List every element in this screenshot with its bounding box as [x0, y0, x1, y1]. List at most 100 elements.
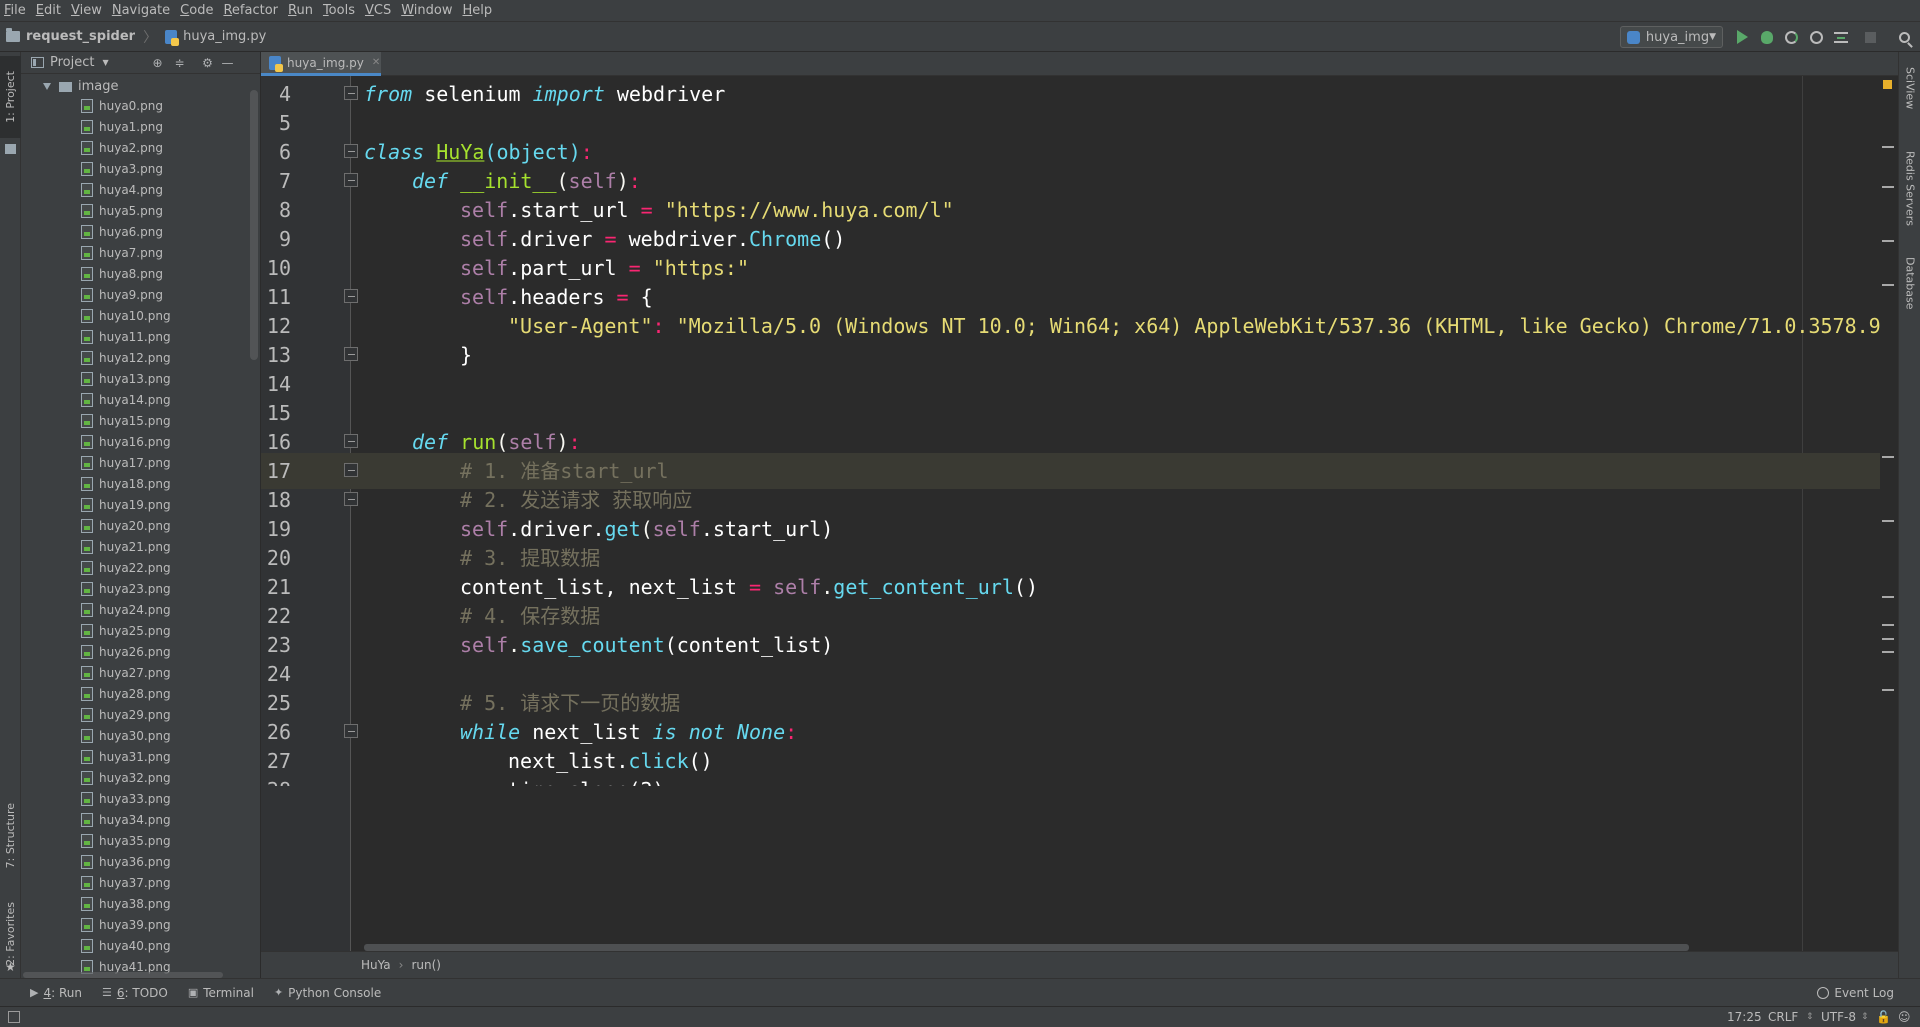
tool-tab-python-console[interactable]: ✦ Python Console: [264, 979, 391, 1007]
error-stripe[interactable]: [1880, 76, 1898, 951]
file-encoding[interactable]: UTF-8: [1821, 1007, 1856, 1027]
menu-tools[interactable]: Tools: [319, 0, 359, 22]
tree-file-item[interactable]: huya16.png: [21, 431, 249, 452]
tree-file-item[interactable]: huya9.png: [21, 284, 249, 305]
tree-file-item[interactable]: huya7.png: [21, 242, 249, 263]
toggle-tool-windows-icon[interactable]: [8, 1011, 20, 1023]
tree-file-item[interactable]: huya27.png: [21, 662, 249, 683]
stripe-marker[interactable]: [1882, 651, 1894, 653]
fold-marker-icon[interactable]: [344, 86, 358, 100]
tool-tab-database[interactable]: Database: [1899, 248, 1920, 318]
line-separator[interactable]: CRLF: [1768, 1007, 1798, 1027]
fold-marker-icon[interactable]: [344, 173, 358, 187]
stripe-marker[interactable]: [1882, 520, 1894, 522]
gear-icon[interactable]: ⚙: [201, 57, 214, 70]
editor-tab-huya-img[interactable]: huya_img.py ✕: [261, 52, 381, 76]
tree-file-item[interactable]: huya10.png: [21, 305, 249, 326]
profile-button[interactable]: [1808, 29, 1824, 45]
tree-file-item[interactable]: huya18.png: [21, 473, 249, 494]
stripe-marker[interactable]: [1882, 596, 1894, 598]
stripe-marker[interactable]: [1882, 456, 1894, 458]
tool-tab-project[interactable]: 1: Project: [0, 56, 21, 138]
expand-triangle-icon[interactable]: [43, 83, 51, 90]
tree-file-item[interactable]: huya40.png: [21, 935, 249, 956]
fold-marker-icon[interactable]: [344, 434, 358, 448]
tree-file-item[interactable]: huya35.png: [21, 830, 249, 851]
run-configuration-select[interactable]: huya_img ▼: [1620, 26, 1723, 48]
tree-file-item[interactable]: huya30.png: [21, 725, 249, 746]
stripe-marker[interactable]: [1882, 638, 1894, 640]
inspector-icon[interactable]: ☺: [1898, 1007, 1911, 1027]
tree-file-item[interactable]: huya6.png: [21, 221, 249, 242]
fold-marker-icon[interactable]: [344, 144, 358, 158]
menu-view[interactable]: View: [67, 0, 106, 22]
menu-window[interactable]: Window: [397, 0, 456, 22]
tree-file-item[interactable]: huya24.png: [21, 599, 249, 620]
debug-button[interactable]: [1759, 29, 1775, 45]
editor-horizontal-scrollbar[interactable]: [364, 944, 1689, 951]
tool-tab-structure[interactable]: 7: Structure: [0, 792, 21, 880]
tree-file-item[interactable]: huya20.png: [21, 515, 249, 536]
breadcrumb-method[interactable]: run(): [411, 958, 441, 972]
locate-file-icon[interactable]: ⊕: [151, 57, 164, 70]
tree-file-item[interactable]: huya1.png: [21, 116, 249, 137]
fold-marker-icon[interactable]: [344, 289, 358, 303]
tool-tab-redis-servers[interactable]: Redis Servers: [1899, 138, 1920, 238]
fold-marker-icon[interactable]: [344, 724, 358, 738]
project-tree-scrollbar[interactable]: [250, 90, 258, 360]
tree-file-item[interactable]: huya12.png: [21, 347, 249, 368]
coverage-button[interactable]: [1783, 29, 1799, 45]
tree-file-item[interactable]: huya19.png: [21, 494, 249, 515]
menu-file[interactable]: File: [0, 0, 30, 22]
run-button[interactable]: [1734, 29, 1750, 45]
stripe-marker[interactable]: [1882, 624, 1894, 626]
tree-file-item[interactable]: huya2.png: [21, 137, 249, 158]
stripe-marker[interactable]: [1882, 240, 1894, 242]
tool-tab-sciview[interactable]: SciView: [1899, 58, 1920, 118]
chevron-down-icon[interactable]: ▼: [102, 58, 108, 67]
stop-button[interactable]: [1862, 29, 1878, 45]
tree-file-item[interactable]: huya31.png: [21, 746, 249, 767]
collapse-all-icon[interactable]: ≑: [173, 57, 186, 70]
menu-edit[interactable]: Edit: [32, 0, 65, 22]
tree-file-item[interactable]: huya25.png: [21, 620, 249, 641]
tool-tab-terminal[interactable]: ▣ Terminal: [178, 979, 264, 1007]
tree-file-item[interactable]: huya37.png: [21, 872, 249, 893]
tree-file-item[interactable]: huya32.png: [21, 767, 249, 788]
tree-file-item[interactable]: huya23.png: [21, 578, 249, 599]
tree-file-item[interactable]: huya36.png: [21, 851, 249, 872]
tree-file-item[interactable]: huya15.png: [21, 410, 249, 431]
tree-file-item[interactable]: huya28.png: [21, 683, 249, 704]
stripe-marker[interactable]: [1882, 284, 1894, 286]
stripe-marker[interactable]: [1882, 689, 1894, 691]
tree-file-item[interactable]: huya0.png: [21, 95, 249, 116]
tree-file-item[interactable]: huya13.png: [21, 368, 249, 389]
menu-navigate[interactable]: Navigate: [108, 0, 174, 22]
tool-tab-event-log[interactable]: Event Log: [1817, 979, 1894, 1007]
tree-file-item[interactable]: huya38.png: [21, 893, 249, 914]
lock-icon[interactable]: 🔓: [1876, 1007, 1891, 1027]
caret-position[interactable]: 17:25: [1727, 1007, 1762, 1027]
tree-file-item[interactable]: huya34.png: [21, 809, 249, 830]
hide-panel-icon[interactable]: —: [221, 57, 234, 70]
tree-file-item[interactable]: huya33.png: [21, 788, 249, 809]
fold-marker-icon[interactable]: [344, 347, 358, 361]
tree-file-item[interactable]: huya3.png: [21, 158, 249, 179]
close-icon[interactable]: ✕: [372, 57, 380, 68]
tree-file-item[interactable]: huya4.png: [21, 179, 249, 200]
tree-file-item[interactable]: huya11.png: [21, 326, 249, 347]
tree-file-item[interactable]: huya17.png: [21, 452, 249, 473]
menu-refactor[interactable]: Refactor: [219, 0, 282, 22]
menu-vcs[interactable]: VCS: [361, 0, 395, 22]
tree-file-item[interactable]: huya8.png: [21, 263, 249, 284]
tree-file-item[interactable]: huya22.png: [21, 557, 249, 578]
warning-indicator-icon[interactable]: [1883, 80, 1892, 89]
tree-file-item[interactable]: huya29.png: [21, 704, 249, 725]
stripe-marker[interactable]: [1882, 146, 1894, 148]
fold-marker-icon[interactable]: [344, 463, 358, 477]
menu-help[interactable]: Help: [459, 0, 497, 22]
fold-marker-icon[interactable]: [344, 492, 358, 506]
tree-file-item[interactable]: huya21.png: [21, 536, 249, 557]
nav-file-crumb[interactable]: huya_img.py: [159, 22, 272, 52]
search-everywhere-button[interactable]: [1896, 29, 1912, 45]
